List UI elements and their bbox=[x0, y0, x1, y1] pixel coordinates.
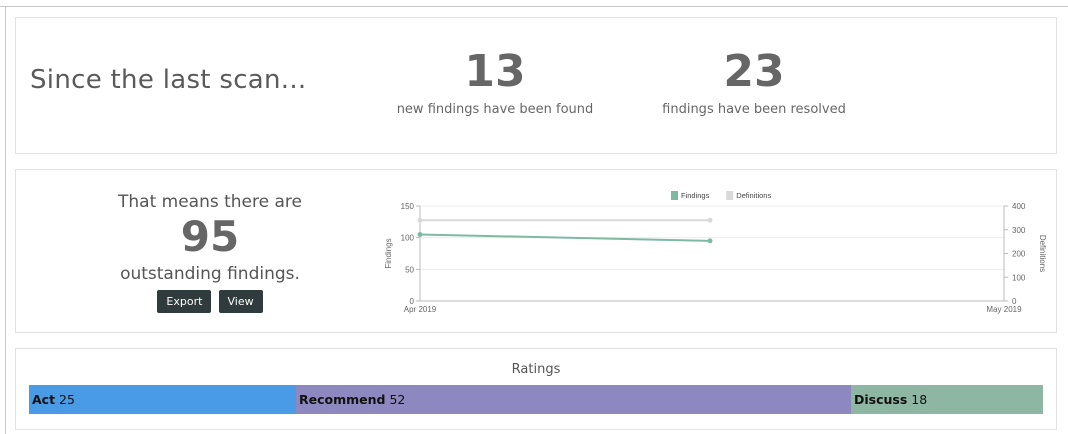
resolved-findings-caption: findings have been resolved bbox=[662, 102, 846, 117]
y2-tick-label: 100 bbox=[1012, 273, 1026, 282]
rating-label: Recommend bbox=[299, 392, 386, 407]
findings-trend-chart: 0501001500100200300400Apr 2019 May 2019Fi… bbox=[384, 191, 1047, 314]
outstanding-summary: That means there are 95 outstanding find… bbox=[96, 192, 324, 313]
y-tick-label: 100 bbox=[401, 234, 415, 243]
ratings-title: Ratings bbox=[511, 362, 561, 377]
legend-label-findings: Findings bbox=[681, 191, 710, 200]
y2-tick-label: 400 bbox=[1012, 202, 1026, 211]
new-findings-caption: new findings have been found bbox=[396, 102, 594, 117]
new-findings-count: 13 bbox=[464, 46, 526, 97]
since-last-scan-panel: Since the last scan... 13 new findings h… bbox=[15, 17, 1057, 154]
y-tick-label: 50 bbox=[405, 265, 414, 274]
new-findings-stat: 13 new findings have been found bbox=[389, 46, 601, 118]
ratings-panel: Ratings Act 25 Recommend 52 Discuss 18 bbox=[15, 348, 1057, 430]
outstanding-count: 95 bbox=[180, 212, 240, 261]
rating-count: 52 bbox=[385, 392, 406, 407]
frame-top-border bbox=[0, 6, 1068, 7]
data-point-findings bbox=[417, 232, 423, 237]
rating-segment-act[interactable]: Act 25 bbox=[29, 385, 296, 414]
y2-tick-label: 300 bbox=[1012, 226, 1026, 235]
outstanding-intro-text: That means there are bbox=[118, 192, 302, 212]
y2-tick-label: 200 bbox=[1012, 250, 1026, 259]
view-button[interactable]: View bbox=[218, 290, 263, 313]
y-axis-label: Findings bbox=[384, 238, 393, 268]
x-tick-label: May 2019 bbox=[986, 305, 1022, 314]
resolved-findings-stat: 23 findings have been resolved bbox=[654, 46, 854, 118]
rating-segment-recommend[interactable]: Recommend 52 bbox=[296, 385, 851, 414]
action-buttons: Export View bbox=[96, 290, 324, 313]
rating-segment-discuss[interactable]: Discuss 18 bbox=[851, 385, 1043, 414]
ratings-bar: Act 25 Recommend 52 Discuss 18 bbox=[29, 385, 1043, 414]
rating-label: Discuss bbox=[854, 392, 908, 407]
outstanding-findings-panel: That means there are 95 outstanding find… bbox=[15, 169, 1057, 333]
rating-label: Act bbox=[32, 392, 56, 407]
rating-count: 25 bbox=[55, 392, 75, 407]
outstanding-suffix-text: outstanding findings. bbox=[120, 264, 300, 284]
export-button[interactable]: Export bbox=[157, 290, 212, 313]
legend-label-definitions: Definitions bbox=[736, 191, 771, 200]
legend-swatch-findings bbox=[671, 191, 678, 200]
since-last-scan-heading: Since the last scan... bbox=[30, 65, 307, 95]
resolved-findings-count: 23 bbox=[723, 46, 785, 97]
rating-count: 18 bbox=[907, 392, 928, 407]
data-point-definitions bbox=[417, 217, 423, 223]
legend-swatch-definitions bbox=[726, 191, 734, 200]
data-point-findings bbox=[707, 238, 713, 244]
x-tick-label: Apr 2019 bbox=[404, 305, 437, 314]
y-tick-label: 150 bbox=[401, 202, 415, 211]
y2-axis-label: Definitions bbox=[1038, 235, 1047, 272]
frame-left-border bbox=[5, 6, 6, 434]
data-point-definitions bbox=[707, 217, 713, 223]
